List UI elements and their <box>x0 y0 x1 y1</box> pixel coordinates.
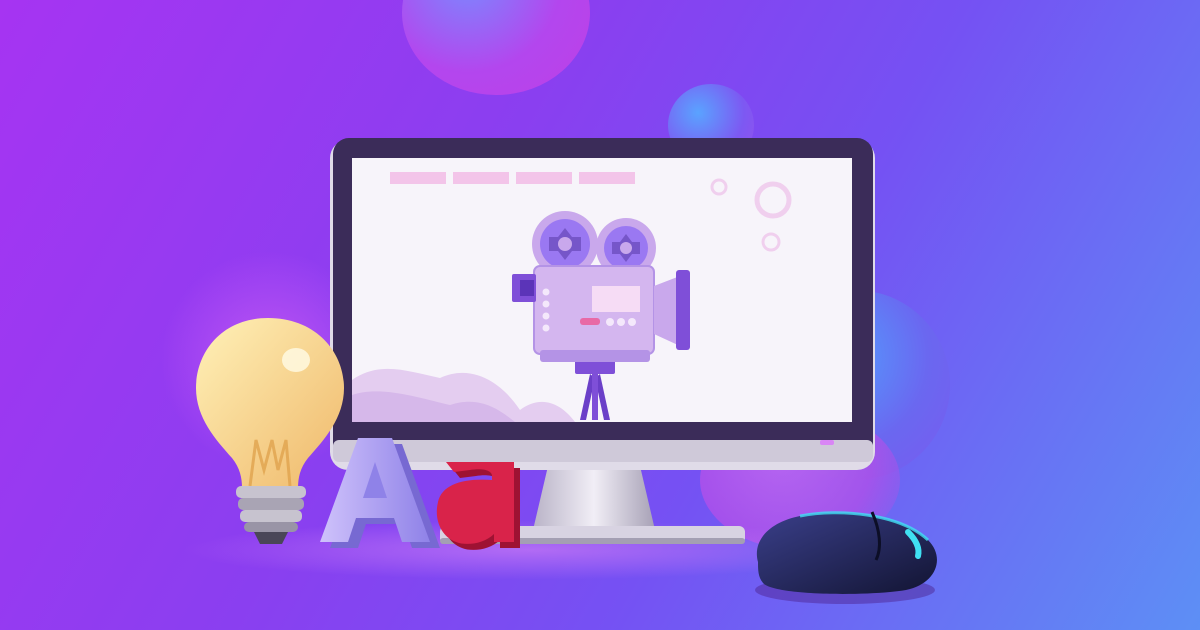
screen-menu-bar-1 <box>390 172 446 184</box>
computer-mouse-icon <box>755 511 937 604</box>
screen-menu-bar-3 <box>516 172 572 184</box>
screen-menu-bar-2 <box>453 172 509 184</box>
illustration-scene: a A <box>0 0 1200 630</box>
letter-lowercase-block: a <box>436 462 520 550</box>
power-led <box>820 440 834 445</box>
screen-menu-bar-4 <box>579 172 635 184</box>
scene-svg: a A <box>196 138 937 604</box>
